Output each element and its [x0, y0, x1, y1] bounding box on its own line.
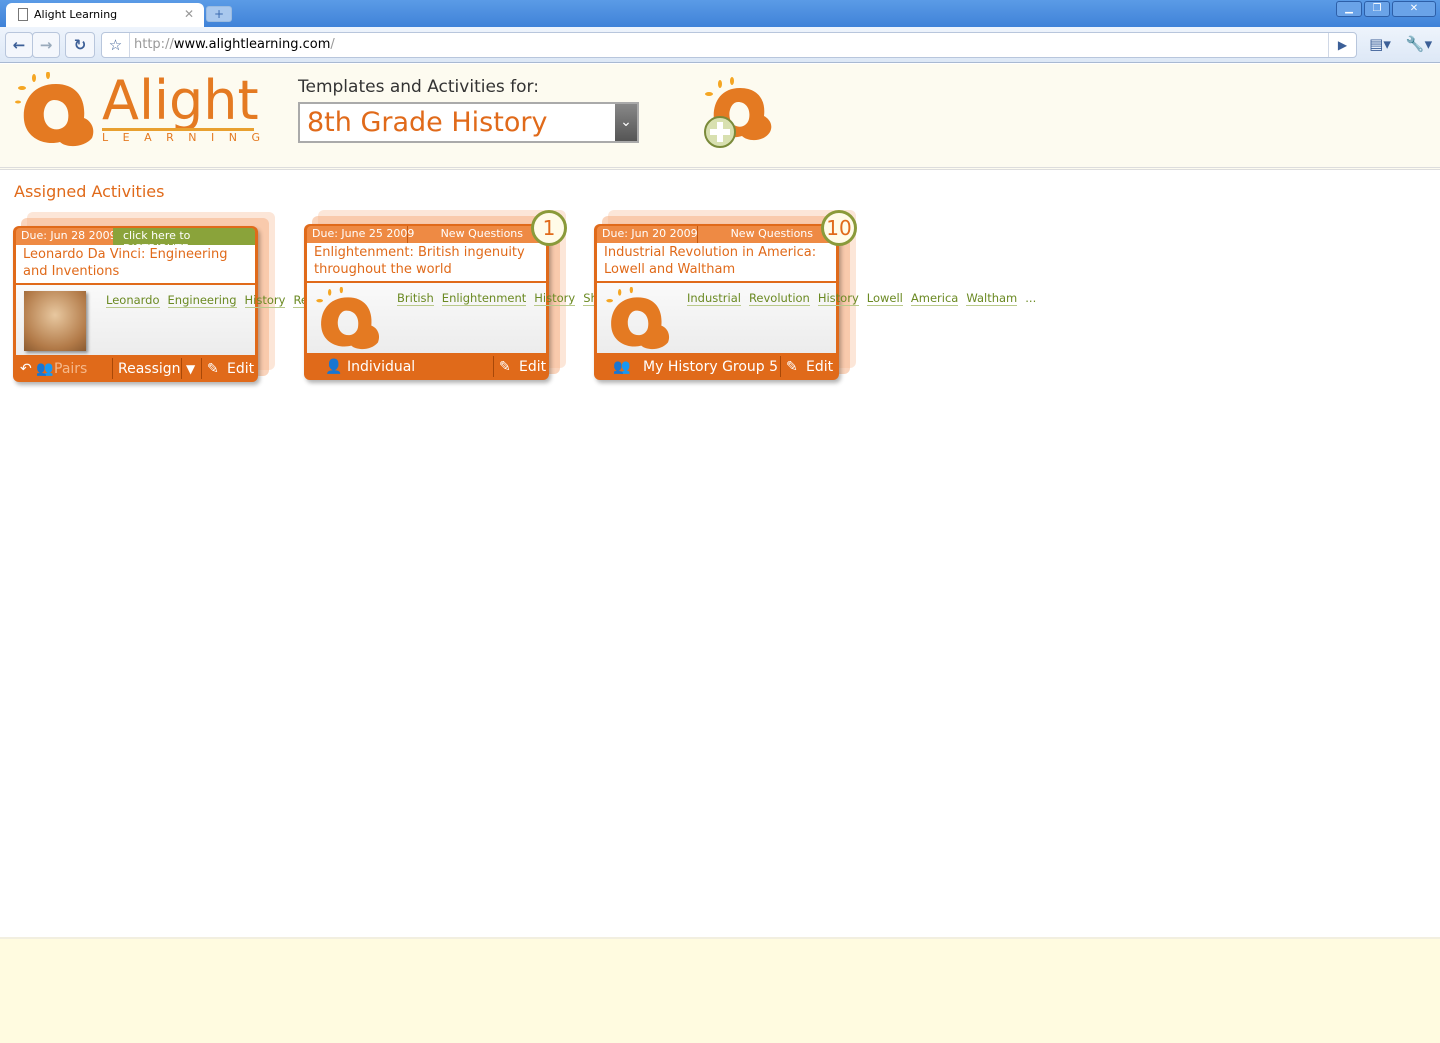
tag-link[interactable]: British	[397, 291, 434, 306]
divider	[407, 226, 408, 243]
forward-button[interactable]: →	[32, 32, 60, 58]
tag-link[interactable]: America	[910, 291, 959, 306]
tag-list: Industrial Revolution History Lowell America…	[687, 289, 1036, 307]
reassign-arrow-icon: ↶	[20, 361, 32, 377]
browser-toolbar: ← → ↻ ☆ http://www.alightlearning.com/ ▶…	[0, 27, 1440, 63]
tag-link[interactable]: Leonardo	[106, 293, 160, 308]
more-tags[interactable]: ...	[1025, 291, 1036, 305]
divider	[201, 358, 202, 379]
new-questions-badge[interactable]: 10	[821, 210, 857, 246]
logo-subtext: LEARNING	[102, 131, 275, 144]
page-footer	[0, 937, 1440, 1043]
page-icon	[18, 8, 28, 21]
chevron-down-icon[interactable]: ▼	[186, 359, 195, 379]
card-body: Due: Jun 28 2009click here to DISTRIBUTE…	[13, 226, 490, 382]
templates-label: Templates and Activities for:	[298, 77, 539, 97]
pencil-icon: ✎	[207, 361, 219, 377]
edit-button[interactable]: Edit	[806, 357, 833, 377]
pairs-icon: 👥	[36, 361, 54, 377]
reload-button[interactable]: ↻	[65, 32, 95, 58]
page-menu-icon[interactable]: ▤▾	[1364, 32, 1396, 58]
tag-link[interactable]: Enlightenment	[441, 291, 527, 306]
divider	[493, 356, 494, 377]
class-select[interactable]: 8th Grade History ⌄	[298, 102, 639, 143]
back-button[interactable]: ←	[5, 32, 33, 58]
card-header: Due: June 25 2009 New Questions	[307, 226, 546, 243]
distribute-button[interactable]: click here to DISTRIBUTE	[113, 228, 255, 255]
group-icon: 👥	[613, 359, 631, 375]
leonardo-portrait-image	[24, 291, 86, 351]
card-header: Due: Jun 20 2009 New Questions	[597, 226, 836, 243]
activity-title[interactable]: Leonardo Da Vinci: Engineering and Inven…	[16, 245, 255, 283]
card-header: Due: Jun 28 2009click here to DISTRIBUTE	[16, 228, 255, 255]
logo-text: Alight	[102, 69, 259, 132]
restore-button[interactable]: ❐	[1364, 1, 1390, 17]
new-questions-badge[interactable]: 1	[531, 210, 567, 246]
tag-link[interactable]: History	[534, 291, 576, 306]
card-content: BritishEnlightenmentHistoryShips17thCent…	[307, 283, 783, 355]
new-questions-label[interactable]: New Questions	[441, 227, 523, 240]
activity-card[interactable]: Due: June 25 2009 New Questions Enlightenm…	[304, 210, 783, 380]
card-footer: 👤 Individual ✎ Edit	[307, 355, 546, 378]
divider	[181, 358, 182, 379]
tag-list: BritishEnlightenmentHistoryShips17thCent…	[397, 289, 783, 307]
tag-link[interactable]: Revolution	[748, 291, 810, 306]
chevron-down-icon[interactable]: ⌄	[615, 104, 637, 141]
mode-label: Individual	[347, 359, 416, 375]
edit-button[interactable]: Edit	[227, 359, 254, 379]
minimize-button[interactable]: ▁	[1336, 1, 1362, 17]
card-footer: 👥 My History Group 5 ✎ Edit	[597, 355, 836, 378]
pencil-icon: ✎	[786, 359, 798, 375]
card-body: Due: Jun 20 2009 New Questions Industrial …	[594, 224, 1036, 380]
alight-logo-icon	[603, 286, 673, 355]
edit-button[interactable]: Edit	[519, 357, 546, 377]
card-content: Industrial Revolution History Lowell America…	[597, 283, 1036, 355]
card-body: Due: June 25 2009 New Questions Enlightenm…	[304, 224, 783, 380]
divider	[112, 358, 113, 379]
due-date: Due: June 25 2009	[312, 227, 415, 240]
card-footer: ↶ 👥 Pairs Reassign ▼ ✎ Edit	[16, 357, 255, 380]
go-icon[interactable]: ▶	[1328, 33, 1356, 57]
tab-title: Alight Learning	[34, 8, 118, 21]
new-questions-label[interactable]: New Questions	[731, 227, 813, 240]
wrench-icon[interactable]: 🔧▾	[1402, 32, 1436, 58]
add-activity-button[interactable]	[700, 76, 776, 152]
tag-list: LeonardoEngineeringHistoryRennaissanceSh…	[106, 291, 490, 309]
reassign-button[interactable]: Reassign	[118, 359, 181, 379]
star-icon[interactable]: ☆	[102, 33, 130, 57]
address-bar[interactable]: ☆ http://www.alightlearning.com/ ▶	[101, 32, 1357, 58]
url-path: /	[330, 37, 335, 52]
tag-link[interactable]: History	[244, 293, 286, 308]
close-tab-icon[interactable]: ✕	[184, 7, 194, 21]
alight-logo-icon	[313, 286, 383, 355]
tag-link[interactable]: Engineering	[167, 293, 237, 308]
individual-icon: 👤	[325, 359, 343, 375]
pencil-icon: ✎	[499, 359, 511, 375]
mode-label: Pairs	[54, 361, 88, 377]
browser-tab[interactable]: Alight Learning ✕	[6, 3, 204, 27]
browser-tab-bar: Alight Learning ✕ + ▁ ❐ ✕	[0, 0, 1440, 27]
section-title: Assigned Activities	[14, 182, 165, 201]
tag-link[interactable]: Lowell	[866, 291, 903, 306]
mode-label: My History Group 5	[643, 359, 779, 375]
card-content: LeonardoEngineeringHistoryRennaissanceSh…	[16, 285, 490, 355]
new-tab-button[interactable]: +	[206, 6, 232, 22]
tag-link[interactable]: Waltham	[966, 291, 1018, 306]
activity-title[interactable]: Enlightenment: British ingenuity through…	[307, 243, 546, 281]
tag-link[interactable]: Industrial	[687, 291, 741, 306]
due-date: Due: Jun 28 2009	[21, 229, 117, 242]
divider	[697, 226, 698, 243]
close-window-button[interactable]: ✕	[1392, 1, 1436, 17]
selected-class: 8th Grade History	[307, 107, 548, 138]
site-header: Alight LEARNING Templates and Activities…	[0, 64, 1440, 170]
divider	[780, 356, 781, 377]
activity-card[interactable]: Due: Jun 20 2009 New Questions Industrial …	[594, 210, 1036, 380]
url-host: www.alightlearning.com	[173, 37, 331, 52]
activity-card[interactable]: Due: Jun 28 2009click here to DISTRIBUTE…	[13, 212, 490, 382]
alight-logo-icon[interactable]	[14, 72, 98, 148]
url-scheme: http://	[134, 37, 174, 52]
tag-link[interactable]: History	[817, 291, 859, 306]
activity-title[interactable]: Industrial Revolution in America: Lowell…	[597, 243, 836, 281]
due-date: Due: Jun 20 2009	[602, 227, 698, 240]
